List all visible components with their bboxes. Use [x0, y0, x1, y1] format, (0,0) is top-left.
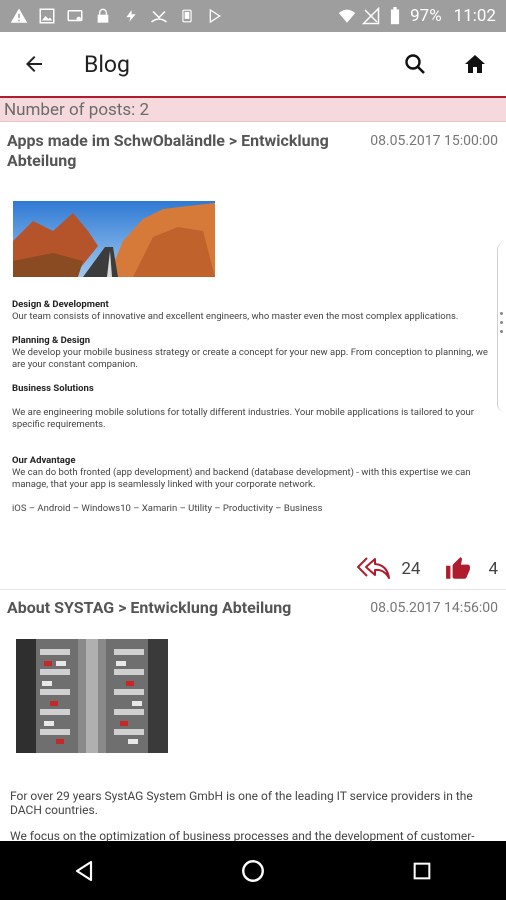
triangle-back-icon: [76, 860, 93, 881]
wifi-icon: [338, 7, 356, 25]
nav-home-button[interactable]: [223, 851, 283, 891]
share-count: 24: [401, 559, 421, 579]
section-text: Our team consists of innovative and exce…: [12, 311, 459, 322]
missed-call-icon: [150, 7, 168, 25]
post-list[interactable]: Apps made im SchwObaländle > Entwicklung…: [0, 123, 506, 841]
image-icon: [38, 7, 56, 25]
like-button[interactable]: [444, 556, 472, 582]
back-button[interactable]: [14, 44, 54, 84]
navigation-bar: [0, 841, 506, 900]
battery-percent: 97%: [410, 6, 442, 26]
post-paragraph: We focus on the optimization of business…: [10, 829, 475, 841]
circle-home-icon: [242, 859, 264, 882]
post-item[interactable]: About SYSTAG > Entwicklung Abteilung 08.…: [0, 590, 506, 841]
cast-icon: [66, 7, 84, 25]
search-icon: [405, 54, 425, 74]
home-icon: [465, 55, 485, 73]
section-heading: Our Advantage: [12, 455, 76, 466]
app-bar: Blog: [0, 32, 506, 96]
battery-icon: [386, 7, 404, 25]
post-title: About SYSTAG > Entwicklung Abteilung: [7, 598, 292, 617]
post-image-canyon: [13, 201, 215, 277]
share-button[interactable]: [357, 556, 391, 582]
post-date: 08.05.2017 15:00:00: [370, 133, 498, 149]
post-image-car-tower: [16, 639, 168, 753]
search-button[interactable]: [398, 47, 432, 81]
page-title: Blog: [84, 50, 130, 78]
phone-icon: [178, 7, 196, 25]
post-title: Apps made im SchwObaländle > Entwicklung…: [7, 131, 329, 170]
clock: 11:02: [453, 6, 496, 26]
back-arrow-icon: [26, 56, 42, 72]
drag-dots-icon: [500, 312, 504, 333]
warning-icon: [10, 7, 28, 25]
post-date: 08.05.2017 14:56:00: [370, 600, 498, 616]
post-paragraph: For over 29 years SystAG System GmbH is …: [10, 789, 473, 817]
home-button[interactable]: [458, 47, 492, 81]
status-bar: 97% 11:02: [0, 0, 506, 32]
no-signal-icon: [362, 7, 380, 25]
section-heading: Planning & Design: [12, 335, 91, 346]
post-item[interactable]: Apps made im SchwObaländle > Entwicklung…: [0, 123, 506, 589]
reply-all-icon: [357, 557, 391, 579]
play-store-icon: [206, 7, 224, 25]
square-recents-icon: [413, 862, 430, 879]
section-text: We can do both fronted (app development)…: [12, 467, 471, 490]
section-heading: Design & Development: [12, 299, 109, 310]
section-text: We develop your mobile business strategy…: [12, 347, 488, 370]
section-text: We are engineering mobile solutions for …: [12, 407, 474, 430]
lightning-icon: [122, 7, 140, 25]
nav-back-button[interactable]: [54, 851, 114, 891]
nav-recents-button[interactable]: [392, 851, 452, 891]
thumbs-up-icon: [446, 557, 471, 579]
post-tags: iOS – Android – Windows10 – Xamarin – Ut…: [12, 503, 323, 514]
post-count-bar: Number of posts: 2: [0, 98, 506, 122]
like-count: 4: [488, 559, 498, 579]
section-heading: Business Solutions: [12, 383, 94, 394]
lock-icon: [94, 7, 112, 25]
